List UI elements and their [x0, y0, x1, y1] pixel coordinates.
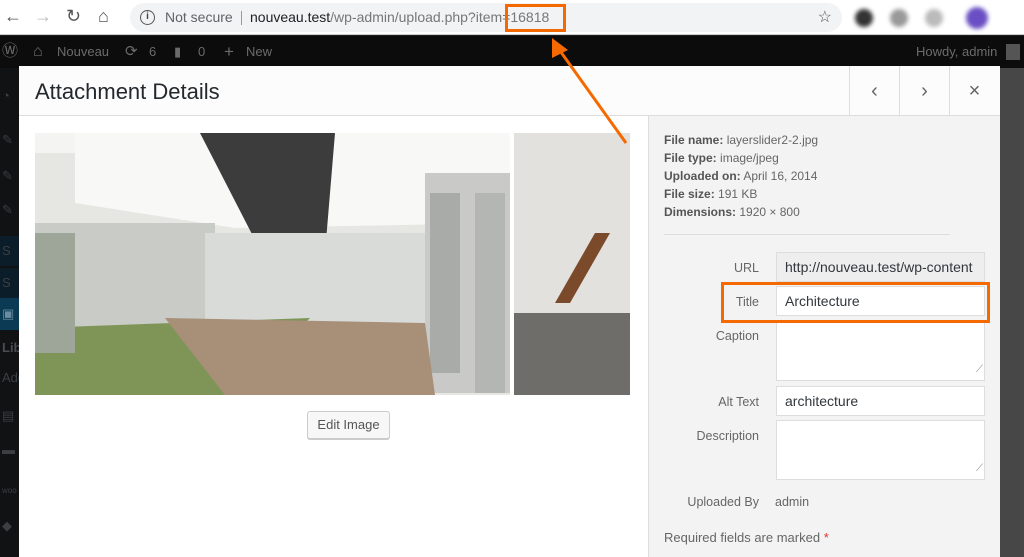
annotation-arrow — [552, 38, 628, 144]
